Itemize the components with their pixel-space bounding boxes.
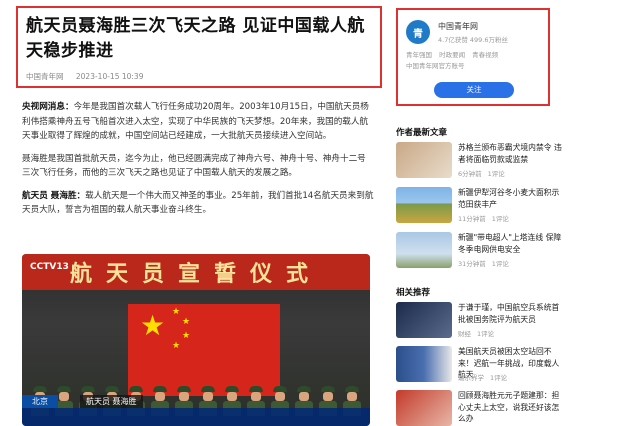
- related-item[interactable]: 于谦于瑾，中国航空兵系统首批被国务院评为航天员 财经 1评论: [396, 302, 566, 340]
- author-info: 中国青年网 4.7亿获赞 499.6万粉丝: [438, 21, 508, 44]
- astronauts-thumbnail: [396, 346, 452, 382]
- item-meta: 11分钟前 1评论: [458, 213, 515, 223]
- item-source: 财经: [458, 330, 471, 338]
- wheat-field-thumbnail: [396, 187, 452, 223]
- recent-article-item[interactable]: 新疆伊犁河谷冬小麦大面积示范田获丰产 11分钟前 1评论: [396, 187, 566, 225]
- related-title: 相关推荐: [396, 288, 431, 298]
- location-tag: 北京: [22, 395, 58, 408]
- author-tag: 时政要闻: [439, 51, 466, 59]
- paragraph-lead: 央视网消息：: [22, 102, 74, 112]
- paragraph-text: 今年是我国首次载人飞行任务成功20周年。2003年10月15日，中国航天员杨利伟…: [22, 102, 369, 141]
- item-comments: 1评论: [487, 170, 505, 178]
- author-name[interactable]: 中国青年网: [438, 21, 508, 32]
- banner-text: 航天员宣誓仪式: [69, 262, 322, 287]
- flag-star-icon: ★: [182, 317, 191, 327]
- astronaut-portrait-thumbnail: [396, 390, 452, 426]
- article-video[interactable]: 航天员宣誓仪式 CCTV13 ★ ★ ★ ★ ★ 北京 航天员 聂海胜: [22, 254, 370, 426]
- item-comments: 1评论: [490, 374, 508, 382]
- article-date: 2023-10-15 10:39: [75, 72, 144, 81]
- article-paragraph: 央视网消息：今年是我国首次载人飞行任务成功20周年。2003年10月15日，中国…: [22, 100, 374, 144]
- author-tag: 青春视频: [472, 51, 499, 59]
- recent-articles-title: 作者最新文章: [396, 128, 448, 138]
- item-comments: 1评论: [477, 330, 495, 338]
- related-item[interactable]: 回顾聂海胜元元子题建那：担心丈夫上太空，说我还好该怎么办: [396, 390, 566, 426]
- article-header-box: 航天员聂海胜三次飞天之路 见证中国载人航天稳步推进 中国青年网 2023-10-…: [16, 6, 382, 88]
- dog-thumbnail: [396, 142, 452, 178]
- item-meta: 6分钟前 1评论: [458, 168, 511, 178]
- video-caption-bar: [22, 408, 370, 426]
- item-time: 11分钟前: [458, 215, 486, 223]
- speaker-tag: 航天员 聂海胜: [80, 395, 143, 408]
- item-time: 6分钟前: [458, 170, 482, 178]
- item-headline[interactable]: 于谦于瑾，中国航空兵系统首批被国务院评为航天员: [458, 302, 566, 325]
- power-tower-thumbnail: [396, 232, 452, 268]
- item-time: 31分钟前: [458, 260, 486, 268]
- author-tag: 中国青年网官方账号: [406, 62, 465, 70]
- item-meta: 31分钟前 1评论: [458, 258, 515, 268]
- paragraph-lead: 航天员 聂海胜：: [22, 190, 86, 201]
- item-headline[interactable]: 新疆"带电超人"上塔连线 保障冬季电网供电安全: [458, 232, 566, 255]
- follow-button[interactable]: 关注: [434, 82, 514, 98]
- video-banner: 航天员宣誓仪式: [22, 254, 370, 290]
- article-paragraph: 聂海胜是我国首批航天员，迄今为止，他已经圆满完成了神舟六号、神舟十号、神舟十二号…: [22, 153, 366, 179]
- article-title: 航天员聂海胜三次飞天之路 见证中国载人航天稳步推进: [26, 16, 365, 61]
- article-paragraph: 航天员 聂海胜：载人航天是一个伟大而又神圣的事业。25年前，我们首批14名航天员…: [22, 189, 374, 218]
- author-tag: 青年强国: [406, 51, 432, 59]
- space-station-thumbnail: [396, 302, 452, 338]
- flag-star-icon: ★: [172, 307, 181, 317]
- item-meta: 瑞示界学 1评论: [458, 372, 513, 382]
- item-headline[interactable]: 回顾聂海胜元元子题建那：担心丈夫上太空，说我还好该怎么办: [458, 390, 566, 425]
- recent-article-item[interactable]: 苏格兰颁布恶霸犬境内禁令 违者将面临罚款或监禁 6分钟前 1评论: [396, 142, 566, 180]
- author-avatar[interactable]: 青: [406, 20, 430, 44]
- item-headline[interactable]: 苏格兰颁布恶霸犬境内禁令 违者将面临罚款或监禁: [458, 142, 566, 165]
- flag-star-icon: ★: [140, 309, 166, 342]
- flag-star-icon: ★: [182, 331, 191, 341]
- author-stats: 4.7亿获赞 499.6万粉丝: [438, 35, 509, 44]
- author-row[interactable]: 青 中国青年网 4.7亿获赞 499.6万粉丝: [406, 20, 540, 44]
- recent-article-item[interactable]: 新疆"带电超人"上塔连线 保障冬季电网供电安全 31分钟前 1评论: [396, 232, 566, 270]
- article-meta: 中国青年网 2023-10-15 10:39: [26, 71, 372, 82]
- item-meta: 财经 1评论: [458, 328, 500, 338]
- author-tags: 青年强国 时政要闻 青春视频 中国青年网官方账号: [406, 50, 540, 72]
- item-source: 瑞示界学: [458, 374, 484, 382]
- author-card: 青 中国青年网 4.7亿获赞 499.6万粉丝 青年强国 时政要闻 青春视频 中…: [396, 8, 550, 106]
- channel-logo: CCTV13: [30, 262, 69, 272]
- item-comments: 1评论: [491, 260, 509, 268]
- related-item[interactable]: 美国航天员被困太空站回不来！迟航一年挑战，印度载人航天 瑞示界学 1评论: [396, 346, 566, 384]
- item-comments: 1评论: [491, 215, 509, 223]
- item-headline[interactable]: 新疆伊犁河谷冬小麦大面积示范田获丰产: [458, 187, 566, 210]
- article-source[interactable]: 中国青年网: [26, 72, 64, 81]
- article-body: 央视网消息：今年是我国首次载人飞行任务成功20周年。2003年10月15日，中国…: [22, 100, 374, 226]
